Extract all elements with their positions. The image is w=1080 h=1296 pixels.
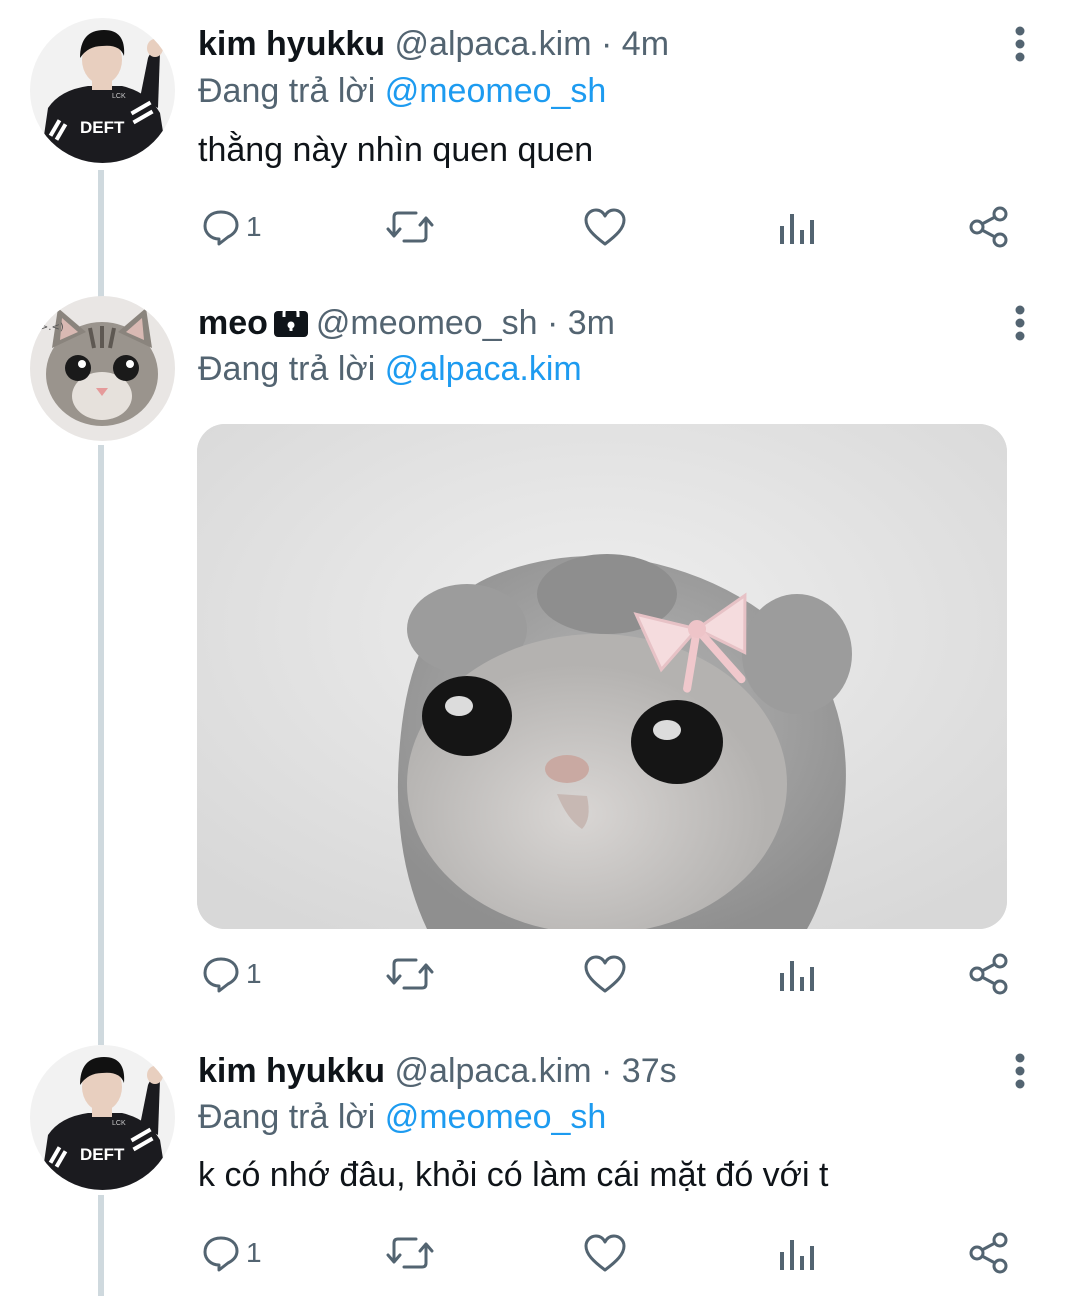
tweet[interactable]: LCK DEFT kim hyukku @alpaca.kim · 37s Đa… [0,1020,1080,1296]
views-button[interactable] [778,1228,816,1278]
reply-button[interactable]: 1 [202,202,262,252]
action-bar: 1 [198,949,1028,999]
avatar-image: (>.<) [30,296,175,441]
display-name[interactable]: kim hyukku [198,1052,385,1090]
replying-to-label: Đang trả lời [198,1098,376,1136]
views-button[interactable] [778,949,816,999]
share-icon [969,206,1008,248]
reply-icon [203,210,239,246]
share-icon [969,953,1008,995]
retweet-button[interactable] [386,202,434,252]
retweet-icon [386,1237,434,1269]
retweet-button[interactable] [386,1228,434,1278]
separator-dot: · [591,25,622,63]
retweet-icon [386,211,434,243]
more-options-icon[interactable] [1005,1051,1035,1091]
timestamp[interactable]: 4m [622,25,669,63]
reply-icon [203,1236,239,1272]
share-icon [969,1232,1008,1274]
action-bar: 1 [198,1228,1028,1278]
separator-dot: · [591,1052,622,1090]
timestamp[interactable]: 37s [622,1052,677,1090]
views-icon [780,1240,814,1270]
avatar-jersey-text: DEFT [80,1145,125,1164]
like-icon [584,955,626,993]
like-icon [584,208,626,246]
timestamp[interactable]: 3m [568,304,615,342]
like-icon [584,1234,626,1272]
avatar[interactable]: LCK DEFT [30,1045,175,1190]
mention-link[interactable]: @meomeo_sh [385,72,607,110]
retweet-icon [386,958,434,990]
avatar[interactable]: (>.<) [30,296,175,441]
replying-to-label: Đang trả lời [198,72,376,110]
username[interactable]: @alpaca.kim [395,1052,592,1090]
retweet-button[interactable] [386,949,434,999]
avatar-sticker-text: (>.<) [36,322,64,333]
mention-link[interactable]: @alpaca.kim [385,350,582,388]
share-button[interactable] [968,202,1010,252]
avatar-image: LCK DEFT [30,18,175,163]
tweet-header: kim hyukku @alpaca.kim · 4m [198,24,669,64]
mention-link[interactable]: @meomeo_sh [385,1098,607,1136]
reply-button[interactable]: 1 [202,949,262,999]
display-name[interactable]: meo [198,304,268,342]
reply-count: 1 [246,958,262,989]
hamster-image [197,424,1007,929]
tweet-text: thằng này nhìn quen quen [198,131,594,169]
like-button[interactable] [583,1228,627,1278]
views-icon [780,961,814,991]
avatar[interactable]: LCK DEFT [30,18,175,163]
replying-to: Đang trả lời @alpaca.kim [198,349,582,389]
like-button[interactable] [583,202,627,252]
avatar-jersey-text: DEFT [80,118,125,137]
share-button[interactable] [968,949,1010,999]
tweet-header: meo @meomeo_sh · 3m [198,303,615,346]
tweet-media-image[interactable] [197,424,1007,929]
replying-to-label: Đang trả lời [198,350,376,388]
action-bar: 1 [198,202,1028,252]
share-button[interactable] [968,1228,1010,1278]
avatar-logo-text: LCK [112,1120,126,1127]
more-options-icon[interactable] [1005,24,1035,64]
tweet-header: kim hyukku @alpaca.kim · 37s [198,1051,677,1091]
like-button[interactable] [583,949,627,999]
replying-to: Đang trả lời @meomeo_sh [198,1097,606,1137]
avatar-image: LCK DEFT [30,1045,175,1190]
reply-count: 1 [246,1237,262,1268]
views-icon [780,214,814,244]
more-options-icon[interactable] [1005,303,1035,343]
username[interactable]: @meomeo_sh [316,304,538,342]
lock-icon [273,304,308,346]
reply-button[interactable]: 1 [202,1228,262,1278]
tweet-text: k có nhớ đâu, khỏi có làm cái mặt đó với… [198,1156,829,1194]
reply-icon [203,957,239,993]
separator-dot: · [537,304,568,342]
display-name[interactable]: kim hyukku [198,25,385,63]
tweet[interactable]: LCK DEFT kim hyukku @alpaca.kim · 4m Đan… [0,0,1080,280]
username[interactable]: @alpaca.kim [395,25,592,63]
views-button[interactable] [778,202,816,252]
avatar-logo-text: LCK [112,93,126,100]
reply-count: 1 [246,211,262,242]
replying-to: Đang trả lời @meomeo_sh [198,71,606,111]
